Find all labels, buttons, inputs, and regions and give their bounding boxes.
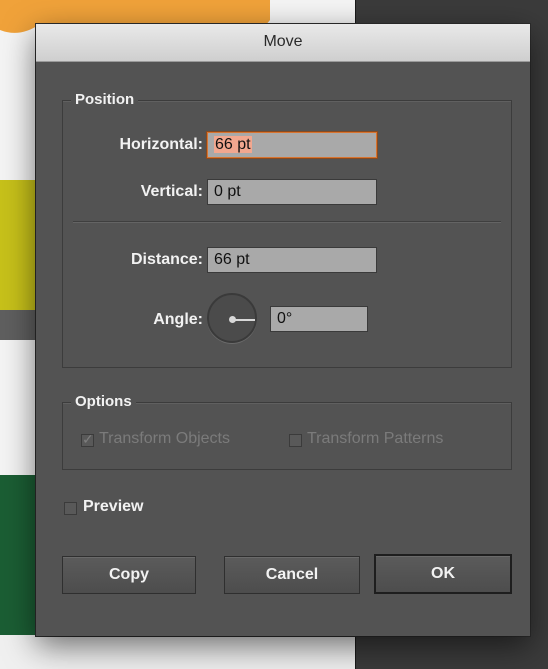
horizontal-value: 66 pt <box>214 136 252 153</box>
options-group-label: Options <box>71 393 136 410</box>
copy-button[interactable]: Copy <box>62 556 196 594</box>
horizontal-input[interactable]: 66 pt <box>207 132 377 158</box>
transform-patterns-checkbox[interactable] <box>289 434 302 447</box>
transform-objects-label: Transform Objects <box>99 430 230 447</box>
move-dialog: Move Position Horizontal: 66 pt Vertical… <box>36 24 530 636</box>
preview-label: Preview <box>83 498 144 515</box>
cancel-button[interactable]: Cancel <box>224 556 360 594</box>
distance-value: 66 pt <box>214 251 250 268</box>
dialog-title: Move <box>36 24 530 62</box>
position-divider <box>73 221 501 222</box>
artwork-gray-shape <box>0 310 38 340</box>
transform-patterns-label: Transform Patterns <box>307 430 444 447</box>
angle-value: 0° <box>277 310 293 327</box>
artwork-white-strip <box>0 635 355 669</box>
vertical-input[interactable]: 0 pt <box>207 179 377 205</box>
distance-input[interactable]: 66 pt <box>207 247 377 273</box>
position-group: Position Horizontal: 66 pt Vertical: 0 p… <box>62 91 512 368</box>
ok-button[interactable]: OK <box>374 554 512 594</box>
position-group-label: Position <box>71 91 139 108</box>
artwork-yellow-shape <box>0 180 38 315</box>
distance-label: Distance: <box>130 251 203 268</box>
angle-dial[interactable] <box>207 293 257 343</box>
angle-dial-pointer <box>233 319 255 321</box>
angle-input[interactable]: 0° <box>270 306 368 332</box>
preview-checkbox[interactable] <box>64 502 77 515</box>
transform-objects-checkbox[interactable] <box>81 431 94 448</box>
horizontal-label: Horizontal: <box>119 136 203 153</box>
options-group: Options Transform Objects Transform Patt… <box>62 393 512 470</box>
vertical-value: 0 pt <box>214 183 241 200</box>
vertical-label: Vertical: <box>140 183 203 200</box>
angle-label: Angle: <box>153 311 203 328</box>
